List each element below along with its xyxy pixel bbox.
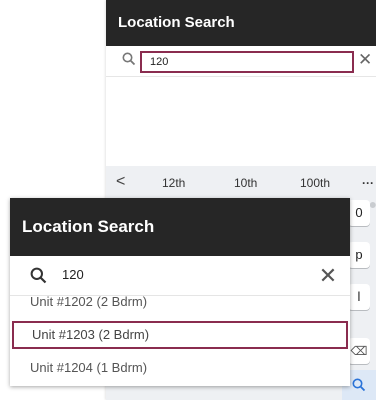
search-icon [352, 378, 366, 392]
search-icon [122, 52, 136, 66]
divider [106, 76, 376, 77]
result-item[interactable]: Unit #1202 (2 Bdrm) [10, 288, 350, 316]
suggestion-100th[interactable]: 100th [300, 176, 330, 190]
key-0[interactable]: 0 [348, 200, 370, 226]
backspace-icon[interactable]: ⌫ [348, 338, 370, 364]
back-search-input[interactable]: 120 [140, 51, 354, 73]
back-search-row: 120 ✕ [106, 46, 376, 76]
suggestion-10th[interactable]: 10th [234, 176, 257, 190]
more-options-icon[interactable]: ··· [362, 176, 374, 190]
chevron-left-icon[interactable]: < [116, 173, 125, 191]
search-input[interactable]: 120 [62, 267, 84, 282]
keyboard-suggestion-bar: < 12th 10th 100th ··· [106, 166, 376, 200]
location-search-card: Location Search 120 ✕ Unit #1202 (2 Bdrm… [10, 198, 350, 386]
result-item[interactable]: Unit #1204 (1 Bdrm) [10, 354, 350, 382]
close-icon[interactable]: ✕ [316, 262, 340, 290]
key-l[interactable]: l [348, 284, 370, 310]
result-item-selected[interactable]: Unit #1203 (2 Bdrm) [12, 321, 348, 349]
suggestion-12th[interactable]: 12th [162, 176, 185, 190]
close-icon[interactable]: ✕ [358, 50, 376, 70]
search-icon [30, 267, 47, 284]
key-p[interactable]: p [348, 242, 370, 268]
page-title: Location Search [10, 198, 350, 256]
back-header-title: Location Search [106, 0, 376, 46]
